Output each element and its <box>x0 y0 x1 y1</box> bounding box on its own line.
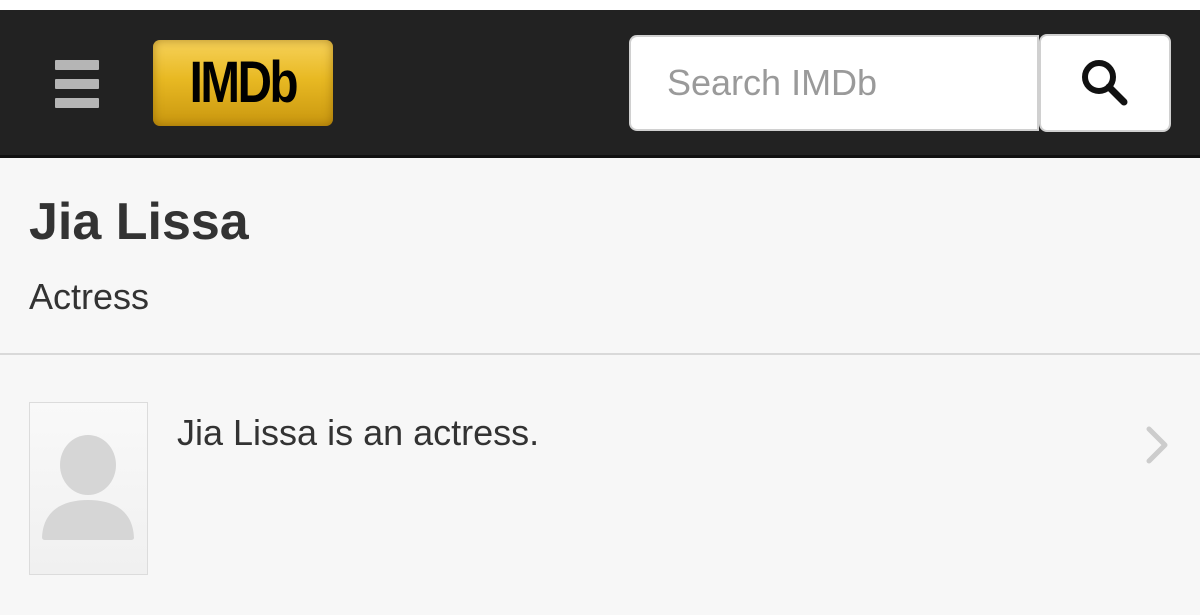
person-role: Actress <box>29 276 150 317</box>
menu-icon[interactable] <box>55 60 99 110</box>
imdb-logo[interactable]: IMDb <box>153 40 333 126</box>
chevron-right-icon <box>1146 426 1168 464</box>
search-input[interactable] <box>629 35 1039 131</box>
name-header: Jia Lissa Actress <box>0 158 1200 355</box>
person-silhouette-icon <box>42 435 134 540</box>
avatar <box>29 402 148 575</box>
top-strip <box>0 0 1200 10</box>
menu-bar <box>55 60 99 70</box>
search-button[interactable] <box>1039 34 1171 132</box>
logo-text: IMDb <box>189 50 299 115</box>
person-name: Jia Lissa <box>29 193 249 251</box>
search-icon <box>1082 60 1128 106</box>
top-navbar: IMDb <box>0 10 1200 158</box>
bio-row[interactable]: Jia Lissa is an actress. <box>0 357 1200 615</box>
menu-bar <box>55 98 99 108</box>
menu-bar <box>55 79 99 89</box>
bio-text: Jia Lissa is an actress. <box>177 412 540 453</box>
